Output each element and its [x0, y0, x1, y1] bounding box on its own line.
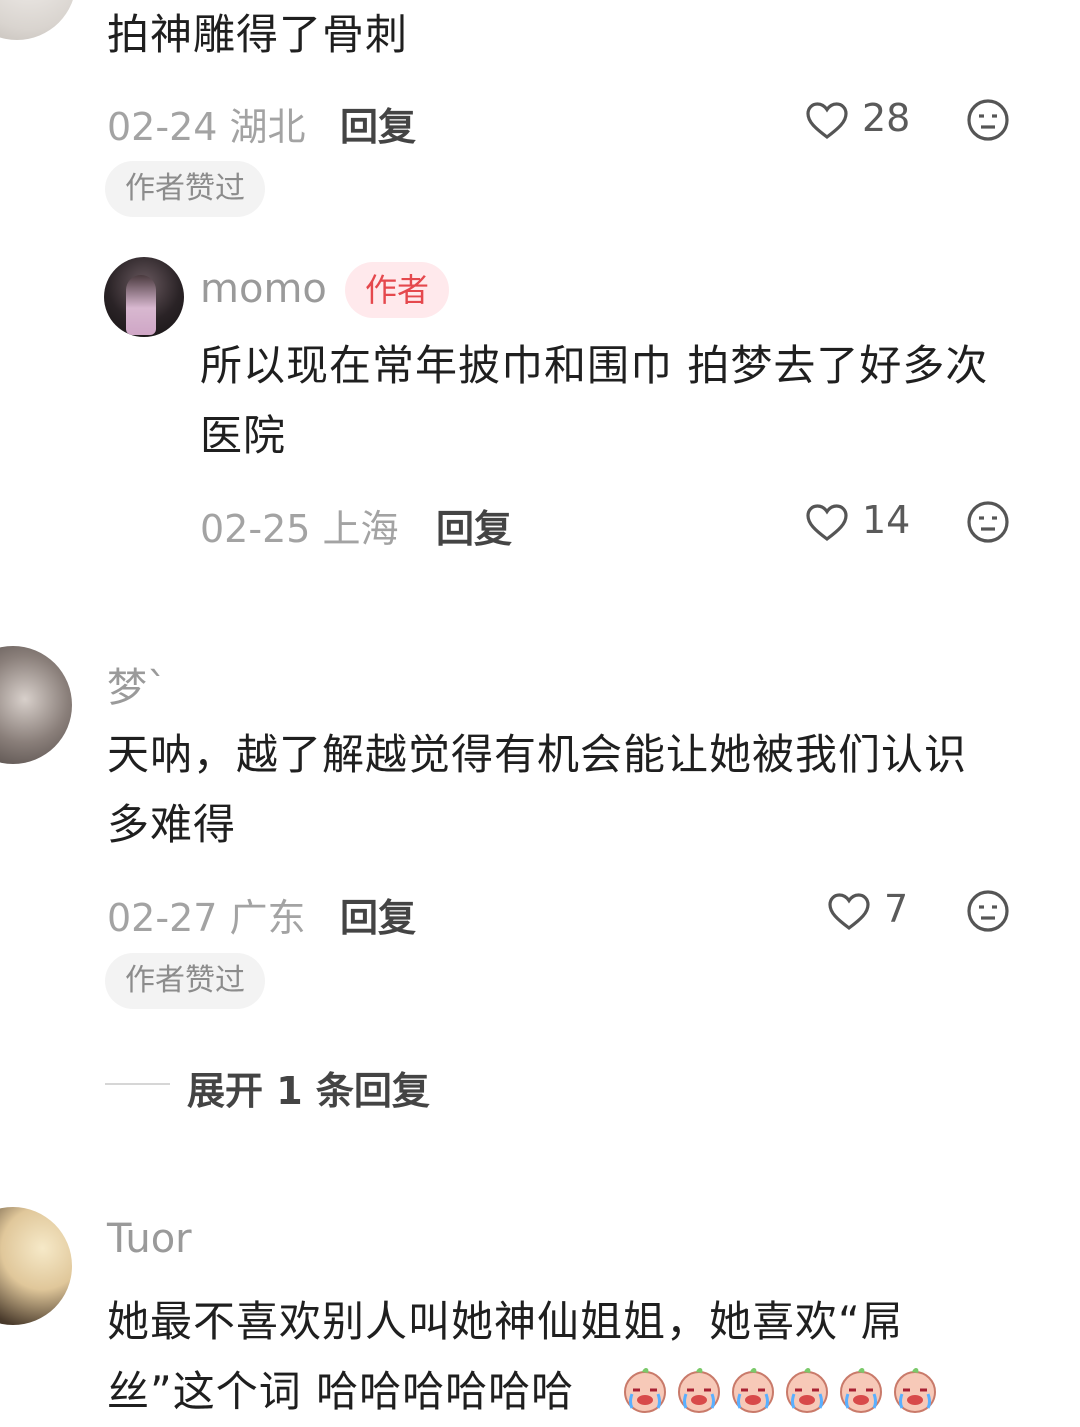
reply-button[interactable]: 回复	[340, 96, 416, 151]
comment-date: 02-25	[200, 507, 311, 551]
like-count: 7	[884, 887, 909, 931]
username[interactable]: 梦`	[107, 655, 167, 713]
dislike-face-icon[interactable]	[964, 887, 1012, 935]
comment-meta: 02-24 湖北	[107, 96, 306, 151]
crying-laughing-baby-emoji	[782, 1364, 832, 1414]
comment-date: 02-24	[107, 105, 218, 149]
dislike-face-icon[interactable]	[964, 498, 1012, 546]
avatar[interactable]	[104, 257, 184, 337]
author-badge: 作者	[345, 262, 450, 318]
reply-button[interactable]: 回复	[436, 498, 512, 553]
avatar[interactable]	[0, 0, 76, 40]
like-count: 28	[862, 96, 911, 140]
reply-button[interactable]: 回复	[340, 887, 416, 942]
comment-text-line: 多难得	[107, 800, 237, 849]
crying-laughing-baby-emoji	[620, 1364, 670, 1414]
crying-laughing-baby-emoji	[674, 1364, 724, 1414]
comment-text: 拍神雕得了骨刺	[107, 10, 409, 59]
avatar[interactable]	[0, 646, 72, 764]
comment-text-line: 丝”这个词 哈哈哈哈哈哈	[107, 1367, 575, 1416]
emoji-row	[620, 1364, 940, 1414]
comment-text-line: 她最不喜欢别人叫她神仙姐姐，她喜欢“屌	[107, 1297, 904, 1346]
heart-outline-icon[interactable]	[825, 887, 873, 935]
comment-text-line: 所以现在常年披巾和围巾 拍梦去了好多次	[200, 341, 989, 390]
comment-meta: 02-25 上海	[200, 498, 399, 553]
dislike-face-icon[interactable]	[964, 96, 1012, 144]
comment-location: 上海	[322, 507, 399, 551]
heart-outline-icon[interactable]	[803, 498, 851, 546]
comment-location: 湖北	[229, 105, 306, 149]
crying-laughing-baby-emoji	[728, 1364, 778, 1414]
expand-replies-button[interactable]: 展开 1 条回复	[187, 1060, 430, 1115]
comment-text-line: 医院	[200, 411, 287, 460]
avatar[interactable]	[0, 1207, 72, 1325]
author-liked-tag: 作者赞过	[105, 161, 265, 217]
comment-text-line: 天呐，越了解越觉得有机会能让她被我们认识	[107, 730, 968, 779]
comment-meta: 02-27 广东	[107, 887, 306, 942]
username[interactable]: momo	[200, 266, 327, 312]
comment-location: 广东	[229, 896, 306, 940]
crying-laughing-baby-emoji	[890, 1364, 940, 1414]
like-count: 14	[862, 498, 911, 542]
crying-laughing-baby-emoji	[836, 1364, 886, 1414]
comment-date: 02-27	[107, 896, 218, 940]
author-liked-tag: 作者赞过	[105, 953, 265, 1009]
heart-outline-icon[interactable]	[803, 96, 851, 144]
expand-divider	[105, 1083, 170, 1085]
username[interactable]: Tuor	[107, 1216, 192, 1262]
